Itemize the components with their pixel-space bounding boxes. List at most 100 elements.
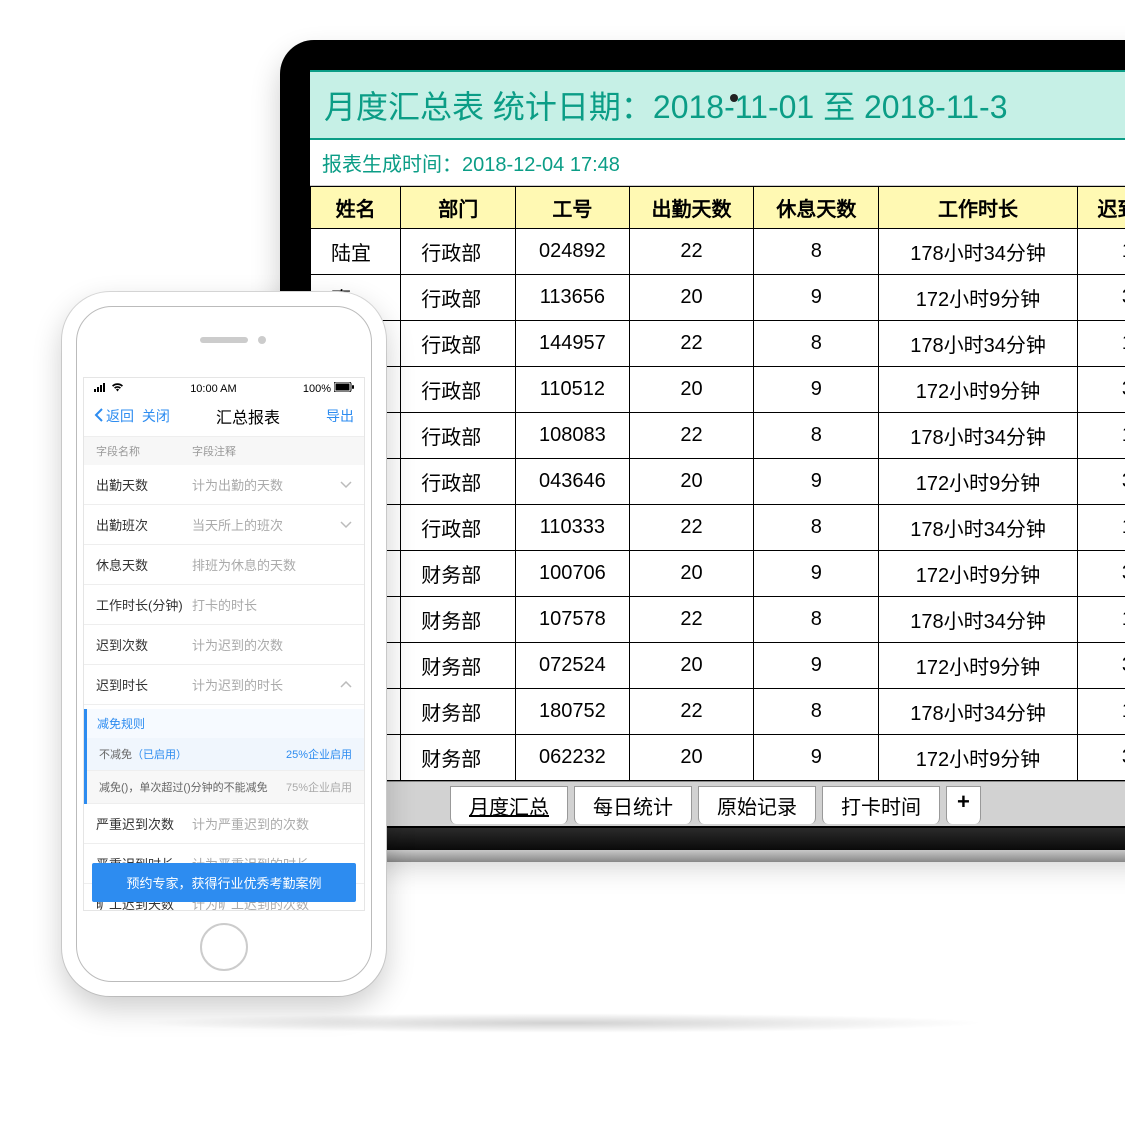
close-button[interactable]: 关闭 xyxy=(142,406,170,426)
table-cell: 172小时9分钟 xyxy=(879,367,1078,413)
chevron-down-icon xyxy=(340,518,352,532)
rule-text: 减免()，单次超过()分钟的不能减免 xyxy=(99,779,286,795)
table-cell: 144957 xyxy=(516,321,629,367)
status-bar: 10:00 AM 100% xyxy=(84,378,364,399)
table-cell: 178小时34分钟 xyxy=(879,689,1078,735)
field-desc: 计为严重迟到的次数 xyxy=(192,814,352,833)
add-sheet-button[interactable]: + xyxy=(946,786,981,824)
back-button[interactable]: 返回 xyxy=(106,406,134,426)
sheet-title-band: 月度汇总表 统计日期：2018-11-01 至 2018-11-3 xyxy=(310,70,1125,140)
table-cell: 9 xyxy=(754,367,879,413)
field-row[interactable]: 迟到时长计为迟到的时长 xyxy=(84,665,364,705)
table-header: 出勤天数 xyxy=(629,187,754,229)
field-row[interactable]: 迟到次数计为迟到的次数 xyxy=(84,625,364,665)
table-row: 财务部062232209172小时9分钟3 xyxy=(311,735,1125,781)
table-cell: 1 xyxy=(1077,229,1125,275)
table-cell: 22 xyxy=(629,321,754,367)
rule-section: 减免规则 不减免（已启用）25%企业启用减免()，单次超过()分钟的不能减免75… xyxy=(84,709,364,804)
table-header: 迟到次 xyxy=(1077,187,1125,229)
table-row: 行政部144957228178小时34分钟1 xyxy=(311,321,1125,367)
table-cell: 22 xyxy=(629,597,754,643)
sheet-tab[interactable]: 打卡时间 xyxy=(822,786,940,824)
phone-mockup: 10:00 AM 100% 返回 关闭 汇总报表 xyxy=(62,292,386,996)
table-cell: 107578 xyxy=(516,597,629,643)
table-cell: 9 xyxy=(754,735,879,781)
wifi-icon xyxy=(111,383,124,395)
table-cell: 行政部 xyxy=(401,505,516,551)
chevron-left-icon[interactable] xyxy=(94,408,104,425)
table-cell: 行政部 xyxy=(401,413,516,459)
field-row[interactable]: 出勤班次当天所上的班次 xyxy=(84,505,364,545)
table-cell: 1 xyxy=(1077,321,1125,367)
rule-pct: 75%企业启用 xyxy=(286,779,352,795)
table-cell: 22 xyxy=(629,505,754,551)
field-name: 工作时长(分钟) xyxy=(96,595,192,614)
table-cell: 陆宜 xyxy=(311,229,401,275)
field-desc: 计为迟到的时长 xyxy=(192,675,340,694)
sheet-tab[interactable]: 每日统计 xyxy=(574,786,692,824)
table-cell: 20 xyxy=(629,367,754,413)
table-cell: 财务部 xyxy=(401,735,516,781)
table-cell: 108083 xyxy=(516,413,629,459)
table-cell: 20 xyxy=(629,551,754,597)
field-desc: 计为出勤的天数 xyxy=(192,475,340,494)
status-time: 10:00 AM xyxy=(190,383,236,395)
table-cell: 行政部 xyxy=(401,367,516,413)
field-row[interactable]: 严重迟到次数计为严重迟到的次数 xyxy=(84,804,364,844)
field-desc: 计为迟到的次数 xyxy=(192,635,352,654)
table-cell: 172小时9分钟 xyxy=(879,551,1078,597)
home-button[interactable] xyxy=(200,923,248,971)
table-cell: 9 xyxy=(754,551,879,597)
table-row: 陆宜行政部024892228178小时34分钟1 xyxy=(311,229,1125,275)
table-cell: 178小时34分钟 xyxy=(879,597,1078,643)
table-cell: 8 xyxy=(754,229,879,275)
field-name: 出勤班次 xyxy=(96,515,192,534)
table-cell: 1 xyxy=(1077,597,1125,643)
phone-screen: 10:00 AM 100% 返回 关闭 汇总报表 xyxy=(83,377,365,911)
field-desc: 打卡的时长 xyxy=(192,595,352,614)
cta-button[interactable]: 预约专家，获得行业优秀考勤案例 xyxy=(92,863,356,902)
table-cell: 1 xyxy=(1077,689,1125,735)
table-cell: 1 xyxy=(1077,413,1125,459)
table-row: 行政部110512209172小时9分钟3 xyxy=(311,367,1125,413)
table-cell: 财务部 xyxy=(401,643,516,689)
field-row[interactable]: 工作时长(分钟)打卡的时长 xyxy=(84,585,364,625)
table-header: 工作时长 xyxy=(879,187,1078,229)
table-cell: 3 xyxy=(1077,735,1125,781)
rule-row[interactable]: 减免()，单次超过()分钟的不能减免75%企业启用 xyxy=(87,771,364,804)
sheet-tab[interactable]: 月度汇总 xyxy=(450,786,568,824)
table-cell: 20 xyxy=(629,459,754,505)
rule-row[interactable]: 不减免（已启用）25%企业启用 xyxy=(87,738,364,771)
table-row: 财务部072524209172小时9分钟3 xyxy=(311,643,1125,689)
page-title: 汇总报表 xyxy=(216,404,280,428)
table-cell: 财务部 xyxy=(401,597,516,643)
table-cell: 20 xyxy=(629,735,754,781)
table-cell: 9 xyxy=(754,643,879,689)
field-row[interactable]: 休息天数排班为休息的天数 xyxy=(84,545,364,585)
export-button[interactable]: 导出 xyxy=(326,406,354,426)
table-header: 工号 xyxy=(516,187,629,229)
laptop-frame: 月度汇总表 统计日期：2018-11-01 至 2018-11-3 报表生成时间… xyxy=(280,40,1125,850)
sheet-tab[interactable]: 原始记录 xyxy=(698,786,816,824)
list-header: 字段名称 字段注释 xyxy=(84,437,364,465)
table-cell: 110512 xyxy=(516,367,629,413)
table-cell: 043646 xyxy=(516,459,629,505)
field-row[interactable]: 出勤天数计为出勤的天数 xyxy=(84,465,364,505)
sheet-title: 月度汇总表 统计日期：2018-11-01 至 2018-11-3 xyxy=(324,82,1125,128)
table-header: 姓名 xyxy=(311,187,401,229)
table-cell: 行政部 xyxy=(401,321,516,367)
table-header: 休息天数 xyxy=(754,187,879,229)
battery-icon xyxy=(334,382,354,395)
table-cell: 024892 xyxy=(516,229,629,275)
table-cell: 财务部 xyxy=(401,689,516,735)
table-cell: 9 xyxy=(754,275,879,321)
table-cell: 财务部 xyxy=(401,551,516,597)
attendance-table: 姓名部门工号出勤天数休息天数工作时长迟到次 陆宜行政部024892228178小… xyxy=(310,186,1125,781)
table-cell: 行政部 xyxy=(401,229,516,275)
table-cell: 3 xyxy=(1077,367,1125,413)
table-row: 财务部100706209172小时9分钟3 xyxy=(311,551,1125,597)
field-name: 休息天数 xyxy=(96,555,192,574)
table-cell: 113656 xyxy=(516,275,629,321)
table-cell: 8 xyxy=(754,689,879,735)
sheet-tabs: 月度汇总每日统计原始记录打卡时间+ xyxy=(310,781,1125,828)
